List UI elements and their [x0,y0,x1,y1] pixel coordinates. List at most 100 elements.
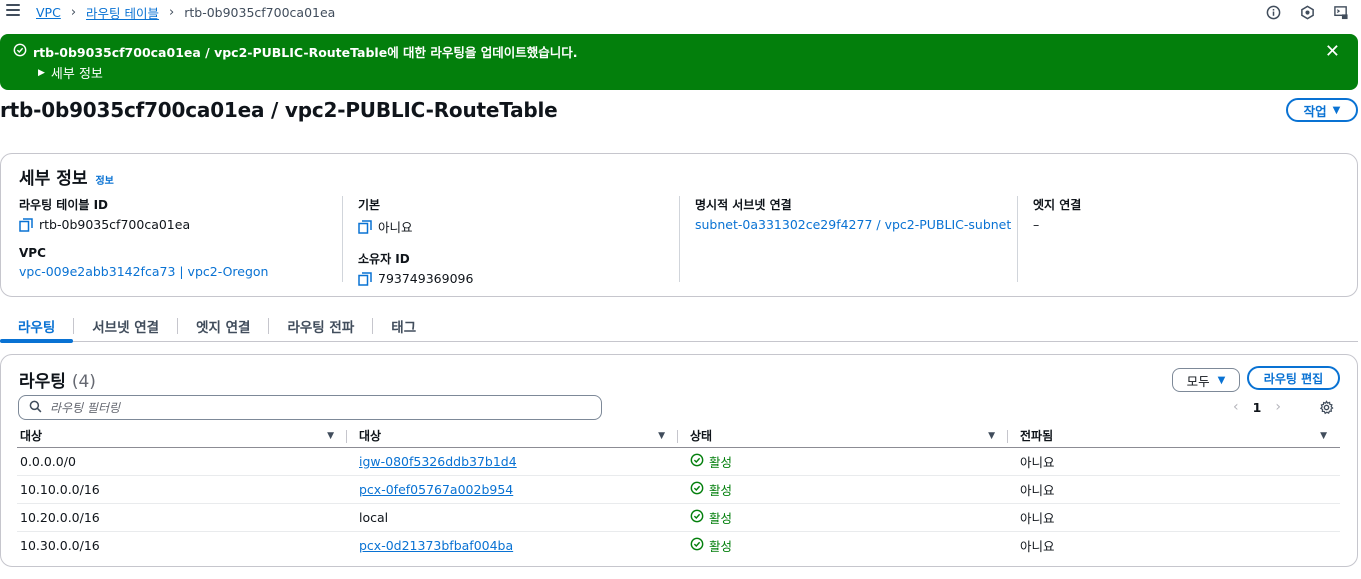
breadcrumb-current: rtb-0b9035cf700ca01ea [184,5,336,20]
routes-table: 대상 ▼ 대상 ▼ 상태 ▼ 전파됨 ▼ 0.0.0.0/0 igw-080f5326dd… [17,425,1340,559]
column-header-status[interactable]: 상태 ▼ [678,425,1008,448]
route-propagated: 아니요 [1008,447,1340,476]
subnet-assoc-link[interactable]: subnet-0a331302ce29f4277 / vpc2-PUBLIC-s… [695,217,1011,232]
vpc-link[interactable]: vpc-009e2abb3142fca73 | vpc2-Oregon [19,264,268,279]
page-title: rtb-0b9035cf700ca01ea / vpc2-PUBLIC-Rout… [0,98,558,122]
sort-caret-icon[interactable]: ▼ [658,431,665,441]
owner-value: 793749369096 [378,271,474,286]
info-link[interactable]: 정보 [95,172,113,187]
details-column-2: 기본 아니요 소유자 ID 793749369096 [358,196,473,286]
tab-route-propagation[interactable]: 라우팅 전파 [269,310,372,341]
settings-gear-icon[interactable] [1319,400,1334,418]
info-icon[interactable] [1263,2,1283,22]
breadcrumb: VPC › 라우팅 테이블 › rtb-0b9035cf700ca01ea [36,3,335,22]
tab-bar: 라우팅 서브넷 연결 엣지 연결 라우팅 전파 태그 [0,310,1358,343]
column-header-label: 대상 [359,429,382,444]
route-target-cell: pcx-0fef05767a002b954 [347,475,678,504]
route-target-link[interactable]: pcx-0fef05767a002b954 [359,482,513,497]
routes-title-label: 라우팅 [19,372,66,392]
route-target-link[interactable]: igw-080f5326ddb37b1d4 [359,454,517,469]
route-status-cell: 활성 [678,531,1008,559]
route-filter-dropdown[interactable]: 모두 ▼ [1172,368,1240,392]
breadcrumb-route-tables[interactable]: 라우팅 테이블 [86,3,159,22]
column-header-label: 대상 [20,429,43,444]
cloudshell-icon[interactable] [1331,2,1351,22]
caret-down-icon: ▼ [1217,374,1226,386]
route-destination: 0.0.0.0/0 [17,447,347,476]
status-badge: 활성 [690,452,1005,471]
route-target: local [359,509,389,525]
table-row: 0.0.0.0/0 igw-080f5326ddb37b1d4 활성 아니요 [17,447,1340,476]
edit-routes-button[interactable]: 라우팅 편집 [1247,366,1340,390]
actions-label: 작업 [1303,103,1327,119]
vpc-label: VPC [19,246,46,260]
check-circle-icon [690,453,704,470]
copy-icon[interactable] [358,219,372,234]
column-header-propagated[interactable]: 전파됨 ▼ [1008,425,1340,448]
route-table-id-label: 라우팅 테이블 ID [19,198,109,212]
column-header-label: 상태 [690,429,713,444]
pagination: ‹ 1 › [1233,399,1281,415]
route-target-cell: igw-080f5326ddb37b1d4 [347,447,678,476]
tab-subnet-associations[interactable]: 서브넷 연결 [74,310,177,341]
chevron-right-icon[interactable]: › [1275,399,1281,415]
routes-panel: 라우팅 (4) 모두 ▼ 라우팅 편집 ‹ 1 › 대상 ▼ 대상 ▼ [0,354,1358,567]
details-column-1: 라우팅 테이블 ID rtb-0b9035cf700ca01ea VPC vpc… [19,196,268,279]
copy-icon[interactable] [358,271,372,286]
route-propagated: 아니요 [1008,475,1340,504]
check-circle-icon [690,481,704,498]
divider [342,196,343,282]
subnet-assoc-label: 명시적 서브넷 연결 [695,198,792,212]
sort-caret-icon[interactable]: ▼ [327,431,334,441]
route-search [18,395,602,420]
tab-tags[interactable]: 태그 [373,310,434,341]
breadcrumb-vpc[interactable]: VPC [36,5,61,20]
menu-icon[interactable] [6,4,20,16]
owner-label: 소유자 ID [358,252,410,266]
success-flash: rtb-0b9035cf700ca01ea / vpc2-PUBLIC-Rout… [0,34,1358,90]
edge-assoc-value: – [1033,217,1040,232]
route-target-link[interactable]: pcx-0d21373bfbaf004ba [359,538,513,553]
chevron-right-icon: › [70,5,77,20]
sort-caret-icon[interactable]: ▼ [988,431,995,441]
column-header-destination[interactable]: 대상 ▼ [17,425,347,448]
notifications-icon[interactable] [1297,2,1317,22]
check-circle-icon [690,537,704,554]
check-circle-icon [13,43,27,60]
details-header: 세부 정보 정보 [19,164,114,189]
flash-details-toggle[interactable]: ▶ 세부 정보 [38,63,103,82]
status-badge: 활성 [690,508,1005,527]
status-badge: 활성 [690,480,1005,499]
caret-right-icon: ▶ [38,67,45,78]
routes-title: 라우팅 (4) [19,367,96,392]
tab-edge-associations[interactable]: 엣지 연결 [178,310,268,341]
details-column-4: 엣지 연결 – [1033,196,1081,232]
route-propagated: 아니요 [1020,538,1055,554]
sort-caret-icon[interactable]: ▼ [1320,431,1327,441]
page-number[interactable]: 1 [1253,400,1262,415]
status-label: 활성 [709,454,733,470]
table-row: 10.10.0.0/16 pcx-0fef05767a002b954 활성 아니요 [17,475,1340,504]
divider [1017,196,1018,282]
actions-button[interactable]: 작업 ▼ [1286,98,1358,122]
edge-assoc-label: 엣지 연결 [1033,198,1082,212]
tab-routes[interactable]: 라우팅 [0,310,74,343]
details-title: 세부 정보 [19,169,88,189]
flash-message: rtb-0b9035cf700ca01ea / vpc2-PUBLIC-Rout… [33,45,578,60]
close-icon[interactable]: ✕ [1325,41,1340,62]
route-target-cell: pcx-0d21373bfbaf004ba [347,531,678,559]
route-target-cell: local [347,503,678,532]
chevron-left-icon[interactable]: ‹ [1233,399,1239,415]
copy-icon[interactable] [19,217,33,232]
route-status-cell: 활성 [678,475,1008,504]
route-propagated: 아니요 [1008,503,1340,532]
route-search-input[interactable] [50,400,570,415]
column-header-target[interactable]: 대상 ▼ [347,425,678,448]
chevron-right-icon: › [169,5,175,20]
top-bar: VPC › 라우팅 테이블 › rtb-0b9035cf700ca01ea [0,0,1361,24]
main-value: 아니요 [378,220,413,235]
details-panel: 세부 정보 정보 라우팅 테이블 ID rtb-0b9035cf700ca01e… [0,153,1358,297]
main-label: 기본 [358,198,381,212]
route-destination: 10.30.0.0/16 [20,537,100,553]
route-status-cell: 활성 [678,447,1008,476]
